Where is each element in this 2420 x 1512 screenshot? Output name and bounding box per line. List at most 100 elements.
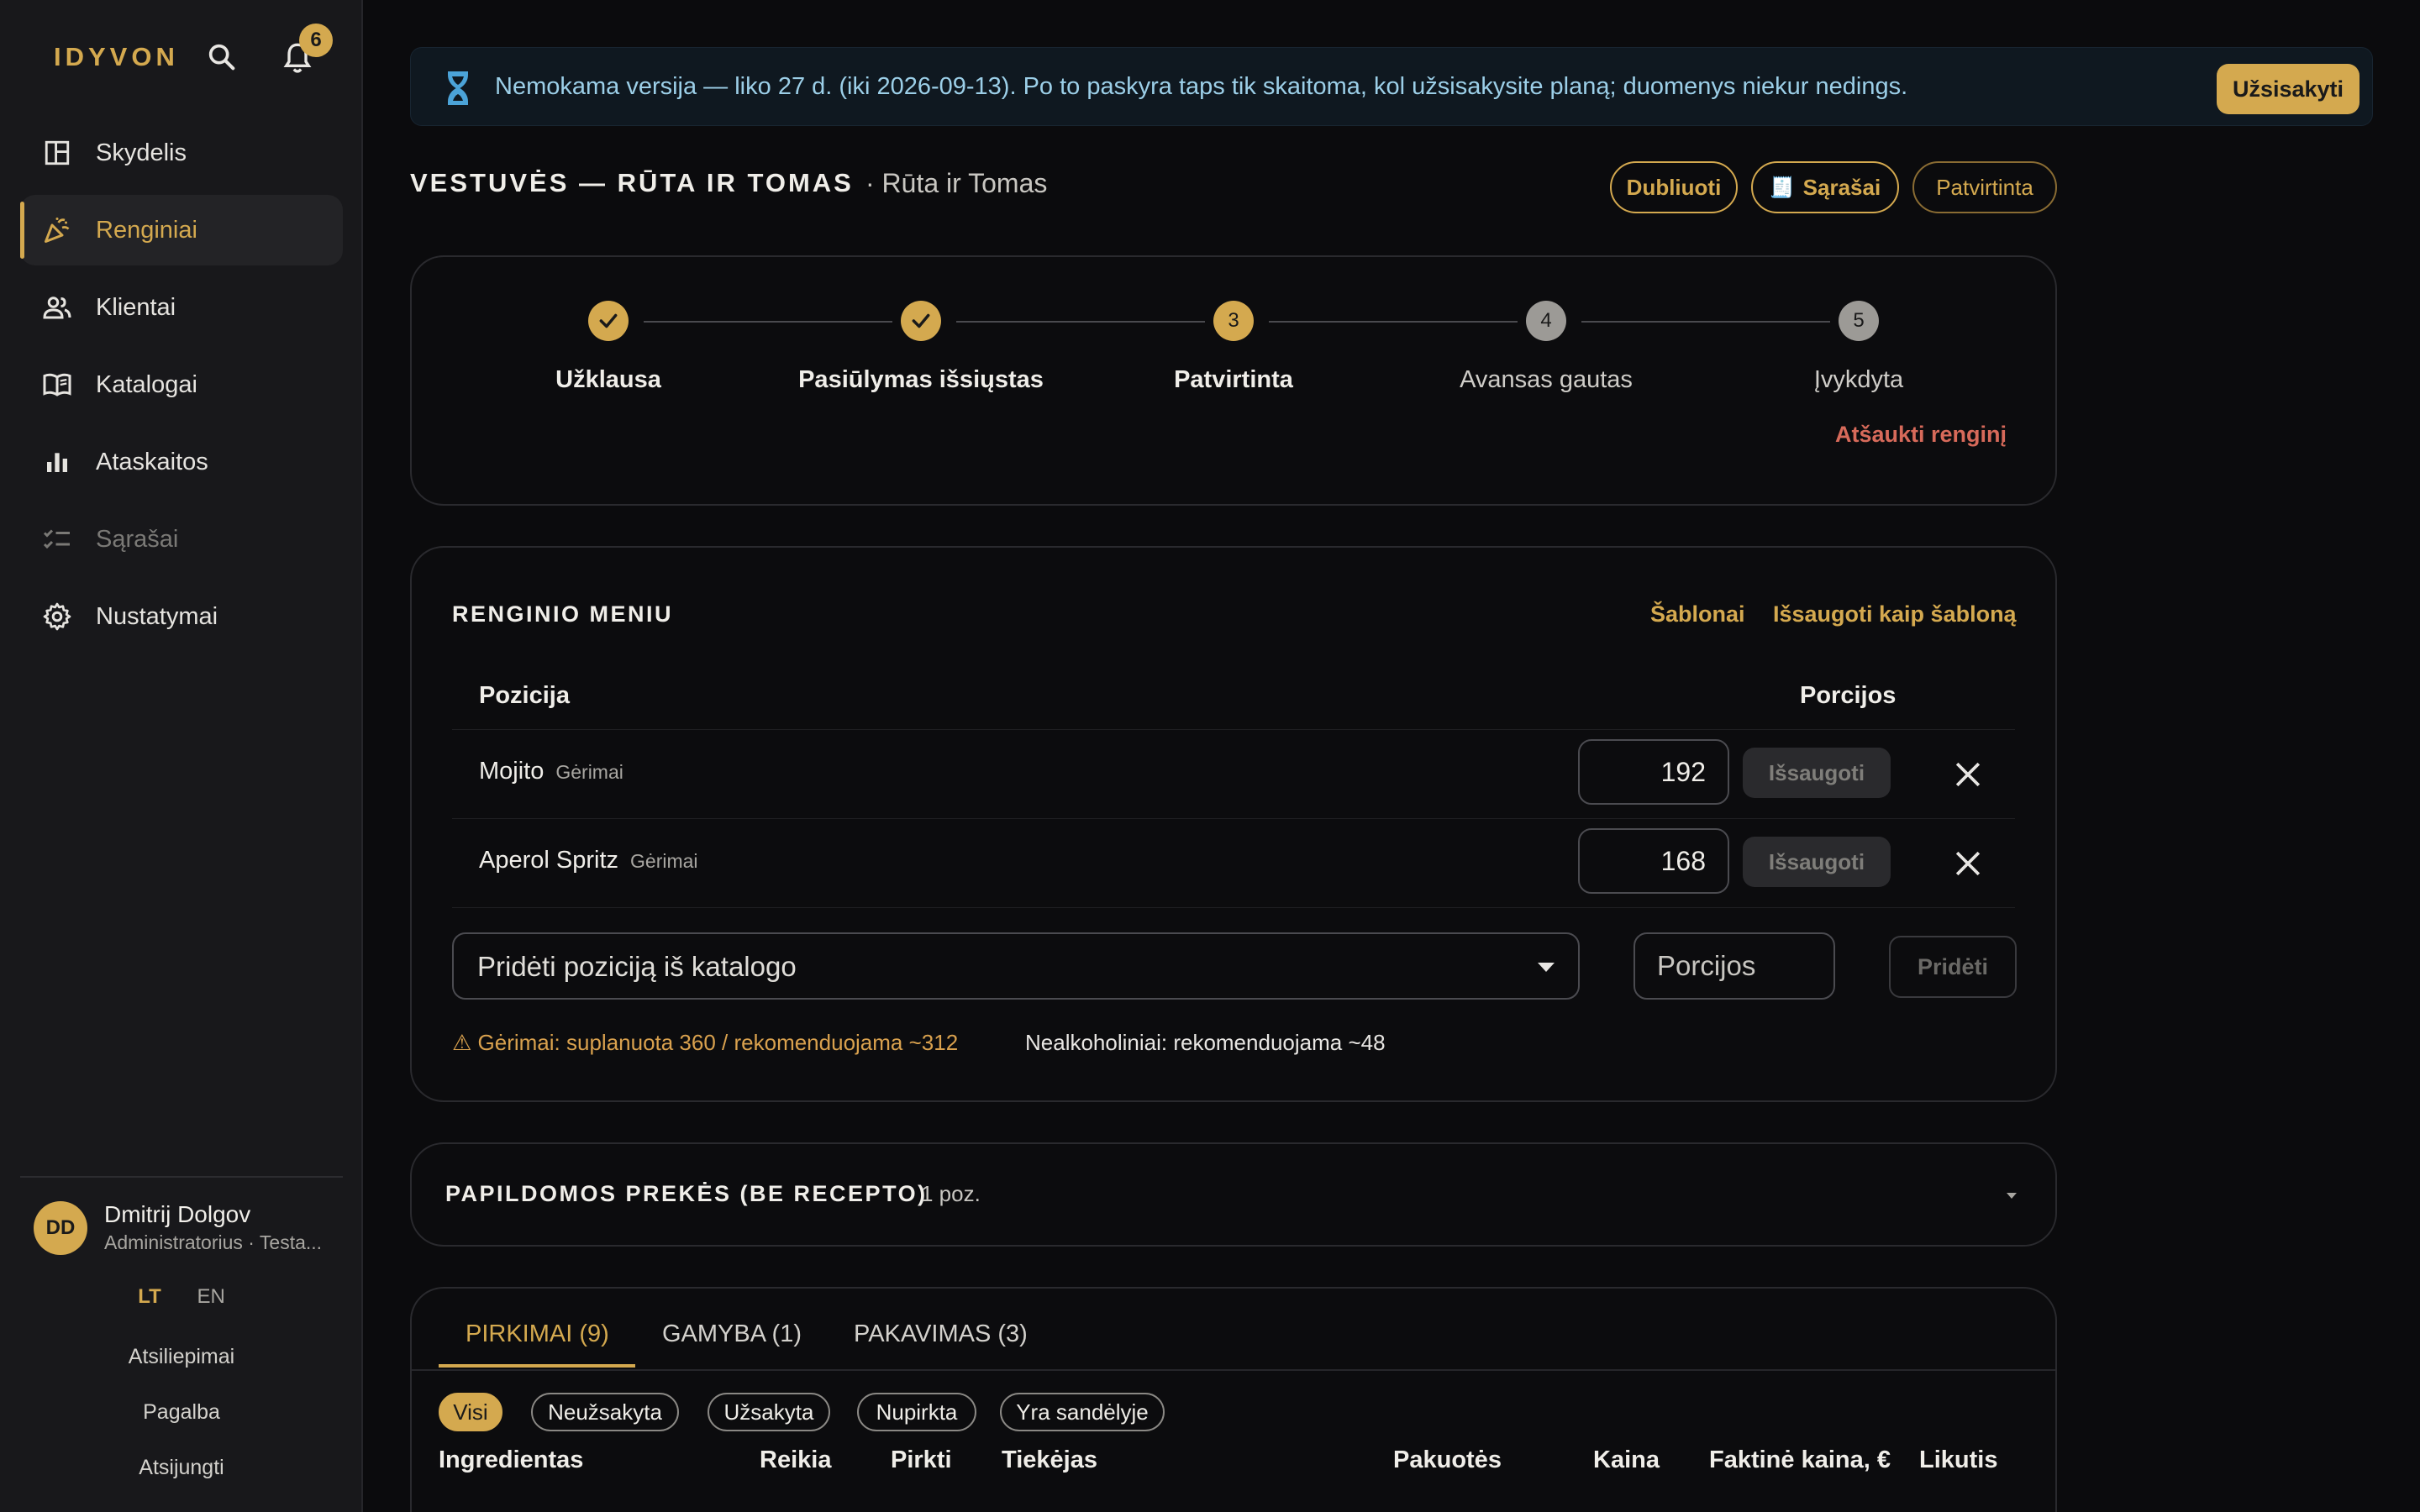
portion-input[interactable] <box>1578 739 1729 805</box>
col-header-actual-price[interactable]: Faktinė kaina, € <box>1709 1446 1891 1474</box>
search-icon[interactable] <box>205 40 239 74</box>
chevron-down-icon <box>1538 963 1555 972</box>
col-header-needed[interactable]: Reikia <box>760 1446 831 1474</box>
sidebar-item-dashboard[interactable]: Skydelis <box>20 118 343 188</box>
step-connector <box>956 321 1205 323</box>
col-header-price[interactable]: Kaina <box>1593 1446 1660 1474</box>
row-divider <box>452 818 2015 819</box>
step-5-label: Įvykdyta <box>1813 366 1904 393</box>
bar-chart-icon <box>40 445 74 479</box>
app-logo[interactable]: IDYVON <box>54 42 179 72</box>
cancel-event-link[interactable]: Atšaukti renginį <box>1835 422 2007 448</box>
step-4-label: Avansas gautas <box>1460 366 1633 393</box>
sidebar-item-events[interactable]: Renginiai <box>20 195 343 265</box>
col-header-ingredient[interactable]: Ingredientas <box>439 1446 583 1474</box>
close-icon[interactable] <box>1949 845 1986 882</box>
col-header-item: Pozicija <box>479 682 570 709</box>
step-5-dot[interactable]: 5 <box>1839 301 1879 341</box>
save-template-link[interactable]: Išsaugoti kaip šabloną <box>1773 601 2017 627</box>
user-name: Dmitrij Dolgov <box>104 1201 251 1227</box>
status-stepper: 3 4 5 Užklausa Pasiūlymas išsiųstas Patv… <box>410 255 2057 506</box>
chevron-down-icon[interactable] <box>2007 1193 2017 1199</box>
subscribe-button[interactable]: Užsisakyti <box>2217 64 2360 114</box>
step-2-label: Pasiūlymas išsiųstas <box>798 366 1044 393</box>
menu-item-name: Aperol Spritz Gėrimai <box>479 847 698 874</box>
step-connector <box>1269 321 1518 323</box>
col-header-supplier[interactable]: Tiekėjas <box>1002 1446 1097 1474</box>
sidebar-item-label: Ataskaitos <box>96 448 208 475</box>
sidebar-item-catalogs[interactable]: Katalogai <box>20 349 343 420</box>
duplicate-button[interactable]: Dubliuoti <box>1610 161 1738 213</box>
sidebar-item-label: Renginiai <box>96 216 197 244</box>
catalog-item-select[interactable]: Pridėti poziciją iš katalogo <box>452 932 1580 1000</box>
page-subtitle: · Rūta ir Tomas <box>865 168 1048 198</box>
avatar: DD <box>34 1201 87 1255</box>
catalog-item-select-value: Pridėti poziciją iš katalogo <box>477 951 797 982</box>
feedback-link[interactable]: Atsiliepimai <box>0 1345 363 1369</box>
active-tab-indicator <box>439 1364 635 1368</box>
logout-link[interactable]: Atsijungti <box>0 1456 363 1480</box>
lang-en[interactable]: EN <box>197 1285 224 1308</box>
trial-banner-text: Nemokama versija — liko 27 d. (iki 2026-… <box>495 73 1908 100</box>
templates-link[interactable]: Šablonai <box>1650 601 1745 627</box>
sidebar-item-label: Klientai <box>96 293 176 321</box>
step-3-dot[interactable]: 3 <box>1213 301 1254 341</box>
step-3-label: Patvirtinta <box>1174 366 1293 393</box>
sidebar-item-label: Sąrašai <box>96 525 179 553</box>
party-popper-icon <box>40 213 74 247</box>
step-4-dot[interactable]: 4 <box>1526 301 1566 341</box>
menu-item-title: Mojito <box>479 758 544 785</box>
page-title: VESTUVĖS — RŪTA IR TOMAS <box>410 168 854 197</box>
event-menu-card: RENGINIO MENIU Šablonai Išsaugoti kaip š… <box>410 546 2057 1102</box>
book-icon <box>40 368 74 402</box>
col-header-packages[interactable]: Pakuotės <box>1393 1446 1502 1474</box>
tab-purchases[interactable]: PIRKIMAI (9) <box>466 1320 609 1348</box>
sidebar-item-reports[interactable]: Ataskaitos <box>20 427 343 497</box>
col-header-remainder[interactable]: Likutis <box>1919 1446 1997 1474</box>
menu-item-category: Gėrimai <box>630 850 698 872</box>
filter-chip-all[interactable]: Visi <box>439 1393 502 1431</box>
step-2-check-icon[interactable] <box>901 301 941 341</box>
receipt-icon: 🧾 <box>1769 176 1795 199</box>
col-header-portions: Porcijos <box>1800 682 1897 709</box>
lists-button[interactable]: 🧾 Sąrašai <box>1751 161 1899 213</box>
help-link[interactable]: Pagalba <box>0 1400 363 1425</box>
menu-item-category: Gėrimai <box>555 761 623 783</box>
status-button[interactable]: Patvirtinta <box>1912 161 2057 213</box>
tabs-card: PIRKIMAI (9) GAMYBA (1) PAKAVIMAS (3) Vi… <box>410 1287 2057 1512</box>
hourglass-icon <box>445 70 471 107</box>
language-switch: LT EN <box>0 1285 363 1309</box>
tab-packing[interactable]: PAKAVIMAS (3) <box>854 1320 1028 1348</box>
users-icon <box>40 291 74 324</box>
close-icon[interactable] <box>1949 756 1986 793</box>
step-connector <box>1581 321 1830 323</box>
filter-chip-purchased[interactable]: Nupirkta <box>857 1393 976 1431</box>
portion-input[interactable] <box>1578 828 1729 894</box>
sidebar-item-lists[interactable]: Sąrašai <box>20 504 343 575</box>
sidebar-item-label: Skydelis <box>96 139 187 166</box>
user-role: Administratorius · Testa... <box>104 1231 323 1253</box>
save-row-button[interactable]: Išsaugoti <box>1743 837 1891 887</box>
menu-item-name: Mojito Gėrimai <box>479 758 623 785</box>
extras-card[interactable]: PAPILDOMOS PREKĖS (BE RECEPTO) 1 poz. <box>410 1142 2057 1247</box>
new-portion-input[interactable] <box>1634 932 1835 1000</box>
sidebar-item-clients[interactable]: Klientai <box>20 272 343 343</box>
sidebar-item-settings[interactable]: Nustatymai <box>20 581 343 652</box>
add-item-button[interactable]: Pridėti <box>1889 936 2017 998</box>
extras-title: PAPILDOMOS PREKĖS (BE RECEPTO) <box>445 1181 928 1206</box>
filter-chip-ordered[interactable]: Užsakyta <box>708 1393 830 1431</box>
filter-chip-in-stock[interactable]: Yra sandėlyje <box>1000 1393 1165 1431</box>
filter-chip-not-ordered[interactable]: Neužsakyta <box>531 1393 679 1431</box>
lang-lt[interactable]: LT <box>138 1285 161 1308</box>
tab-production[interactable]: GAMYBA (1) <box>662 1320 802 1348</box>
step-connector <box>644 321 892 323</box>
step-1-check-icon[interactable] <box>588 301 629 341</box>
step-1-label: Užklausa <box>555 366 661 393</box>
user-profile[interactable]: DD Dmitrij Dolgov Administratorius · Tes… <box>34 1201 345 1260</box>
row-divider <box>452 907 2015 908</box>
non-alcoholic-hint: Nealkoholiniai: rekomenduojama ~48 <box>1025 1030 1386 1055</box>
save-row-button[interactable]: Išsaugoti <box>1743 748 1891 798</box>
sidebar-divider <box>20 1176 343 1178</box>
trial-banner: Nemokama versija — liko 27 d. (iki 2026-… <box>410 47 2373 126</box>
col-header-buy[interactable]: Pirkti <box>891 1446 952 1474</box>
